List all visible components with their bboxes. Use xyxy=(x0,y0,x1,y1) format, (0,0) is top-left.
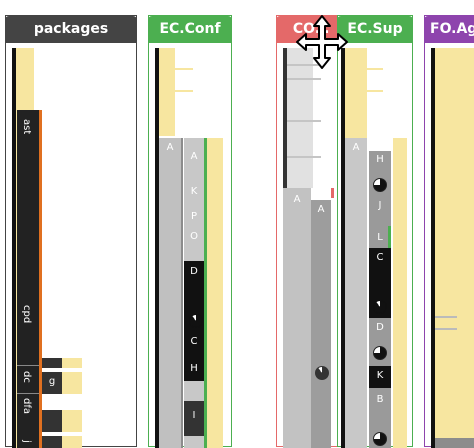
label-O: O xyxy=(190,231,198,242)
label-K: K xyxy=(190,186,198,197)
pie-sup-D-icon xyxy=(373,346,387,360)
bar-core-A2[interactable] xyxy=(311,200,331,448)
ec-sup-dash-1 xyxy=(367,68,383,70)
column-ec-sup: EC.Sup A H J L C D K B xyxy=(337,15,413,448)
sub-bar-2-yellow xyxy=(62,410,82,432)
pie-sup-H-icon xyxy=(373,178,387,192)
fo-ag-dash-2 xyxy=(435,328,457,330)
bar-core-A1[interactable] xyxy=(283,188,311,448)
ec-conf-right-yellow xyxy=(207,138,223,448)
label-P: P xyxy=(190,211,198,222)
bar-sup-A[interactable] xyxy=(345,138,367,448)
bar-dc-sep xyxy=(17,365,39,366)
column-fo-ag: FO.Ag xyxy=(424,15,474,448)
column-packages: packages ast cpd dc dfa j g xyxy=(5,15,137,448)
label-sup-H: H xyxy=(376,154,384,165)
pie-D-icon xyxy=(189,314,203,328)
sub-bar-1[interactable] xyxy=(42,358,62,368)
pie-core-icon xyxy=(315,366,329,380)
label-sup-A: A xyxy=(352,142,360,153)
column-header-packages[interactable]: packages xyxy=(5,16,137,43)
ec-core-dash-2 xyxy=(287,78,321,80)
bar-A[interactable] xyxy=(159,138,181,448)
label-g1: g xyxy=(48,376,56,387)
ec-conf-dash-1 xyxy=(175,68,193,70)
label-I: I xyxy=(192,410,196,421)
ec-core-dash-4 xyxy=(287,156,321,158)
label-ast: ast xyxy=(21,119,32,135)
label-C: C xyxy=(190,336,198,347)
column-ec-core: CO… A A xyxy=(276,15,346,448)
ec-core-dash-3 xyxy=(287,120,321,122)
label-sup-K: K xyxy=(376,370,384,381)
fo-ag-root-yellow xyxy=(435,48,474,448)
label-A: A xyxy=(166,142,174,153)
column-header-ec-conf[interactable]: EC.Conf xyxy=(148,16,232,43)
sub-bar-3[interactable] xyxy=(42,436,62,448)
ec-conf-dash-2 xyxy=(175,90,193,92)
label-sup-C: C xyxy=(376,252,384,263)
ec-sup-dash-2 xyxy=(367,90,383,92)
pie-sup-B-icon xyxy=(373,432,387,446)
ec-conf-root-yellow xyxy=(159,48,175,136)
bar-sup-L-green xyxy=(388,226,391,248)
label-dc: dc xyxy=(21,371,32,383)
label-D: D xyxy=(190,266,198,277)
bar-A-inner xyxy=(181,138,183,448)
move-cross-icon[interactable] xyxy=(295,14,349,70)
ec-sup-right-yellow xyxy=(393,138,407,448)
label-sup-D: D xyxy=(376,322,384,333)
label-cpd: cpd xyxy=(21,305,32,324)
sub-bar-g1-yellow xyxy=(62,372,82,394)
label-H: H xyxy=(190,363,198,374)
label-sup-B: B xyxy=(376,394,384,405)
bar-dfa-sep xyxy=(17,393,39,394)
label-dfa: dfa xyxy=(21,398,32,414)
label-j: j xyxy=(21,440,32,443)
sub-bar-1-yellow xyxy=(62,358,82,368)
sub-bar-2[interactable] xyxy=(42,410,62,432)
column-ec-conf: EC.Conf A A K P O D C H I xyxy=(148,15,232,448)
label-A2: A xyxy=(190,151,198,162)
pie-sup-C-icon xyxy=(373,300,387,314)
label-core-A2: A xyxy=(317,204,325,215)
label-core-A1: A xyxy=(293,194,301,205)
column-header-fo-ag[interactable]: FO.Ag xyxy=(424,16,474,43)
bar-core-red xyxy=(331,188,334,198)
bar-ast-orange xyxy=(39,110,42,448)
sub-bar-3-yellow xyxy=(62,436,82,448)
label-sup-J: J xyxy=(378,200,382,211)
fo-ag-dash-1 xyxy=(435,316,457,318)
